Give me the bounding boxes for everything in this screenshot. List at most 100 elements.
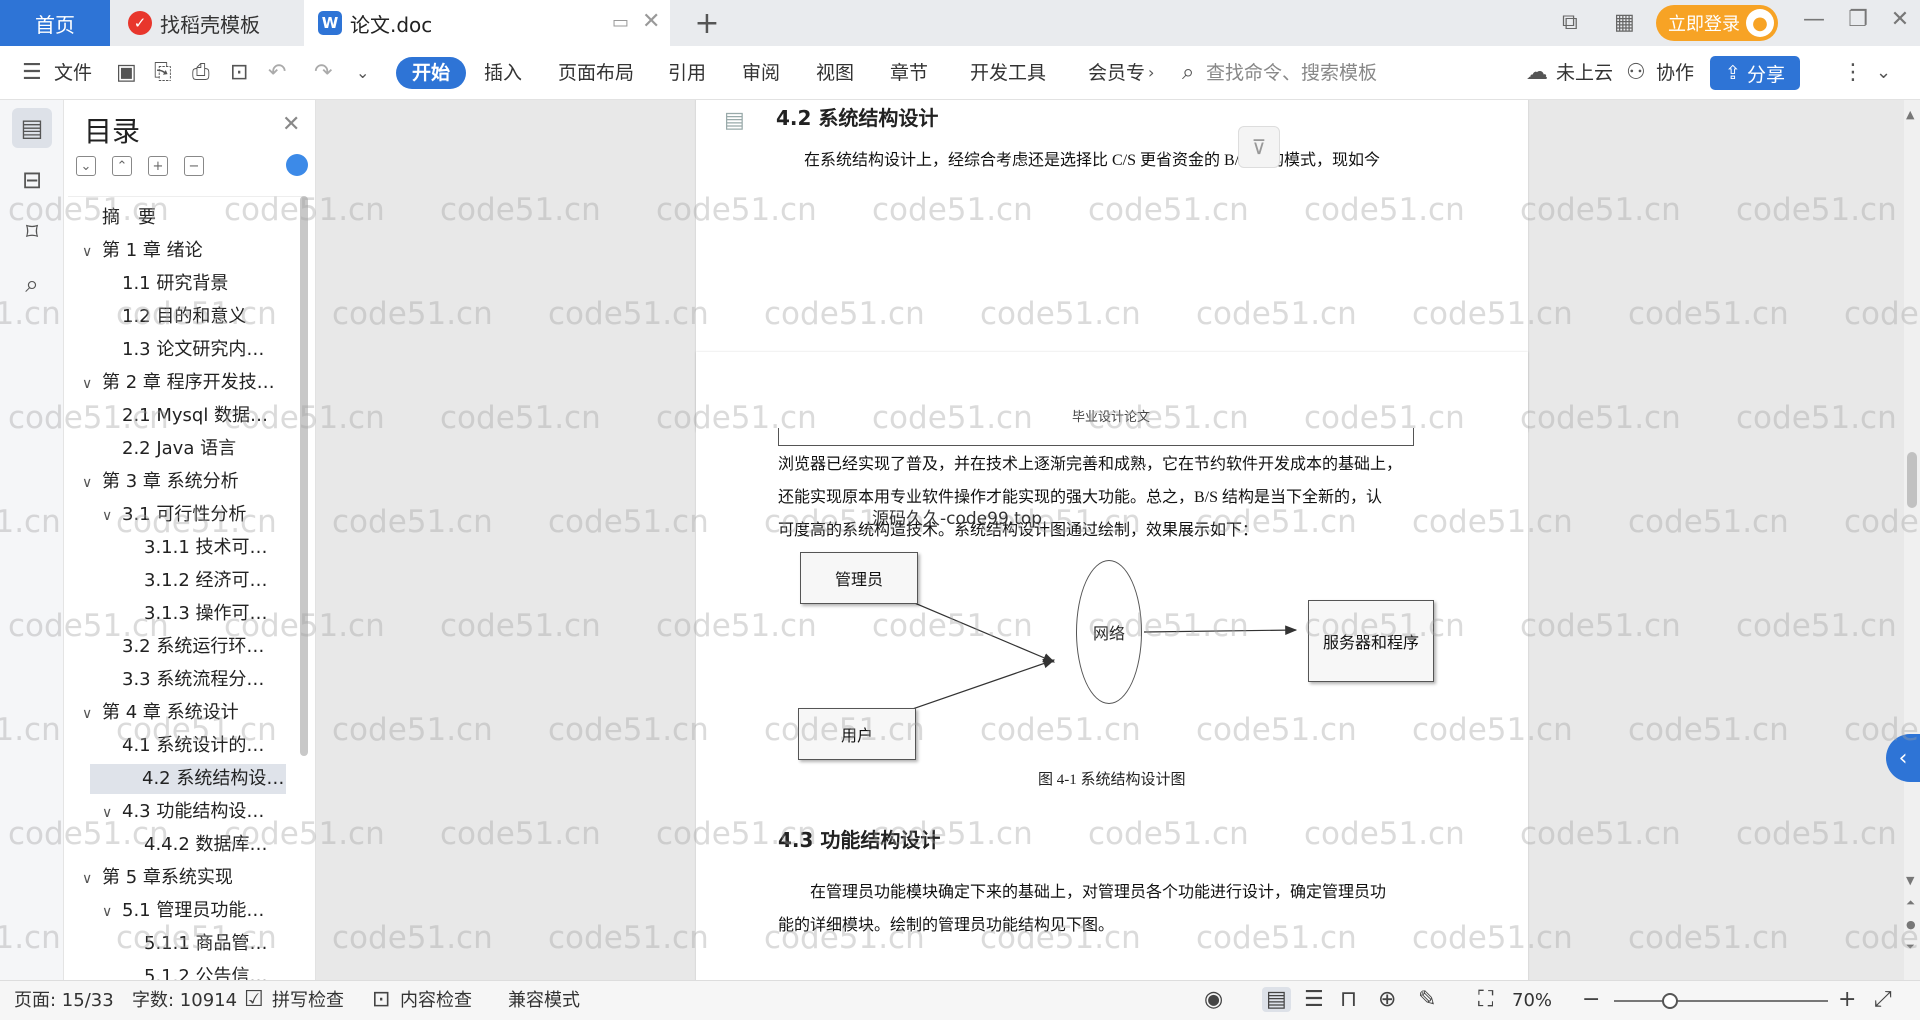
chevron-down-icon[interactable]: ∨ xyxy=(102,798,122,828)
close-icon[interactable]: ✕ xyxy=(282,112,300,137)
content-check-button[interactable]: 内容检查 xyxy=(400,989,472,1013)
ribbon-tab-start[interactable]: 开始 xyxy=(396,57,467,89)
expand-all-icon[interactable]: ⌃ xyxy=(112,156,132,176)
close-window-icon[interactable]: ✕ xyxy=(1880,7,1920,32)
minimize-icon[interactable]: — xyxy=(1794,7,1834,32)
bookmark-icon[interactable]: ⌑ xyxy=(12,212,52,252)
page-menu-icon[interactable]: ▤ xyxy=(724,108,745,133)
ribbon-tab-chapter[interactable]: 章节 xyxy=(890,58,928,88)
save-icon[interactable]: ▣ xyxy=(116,58,137,88)
remove-heading-icon[interactable]: − xyxy=(184,156,204,176)
new-tab-button[interactable]: + xyxy=(690,6,724,41)
chevron-down-icon[interactable]: ∨ xyxy=(82,864,102,894)
more-options-icon[interactable]: ⋮ xyxy=(1842,58,1864,88)
zoom-out-icon[interactable]: − xyxy=(1582,987,1600,1012)
menu-icon[interactable]: ☰ xyxy=(22,58,42,88)
print-preview-icon[interactable]: ⊡ xyxy=(230,58,248,88)
toc-item[interactable]: 3.1.3 操作可… xyxy=(124,599,268,629)
export-pdf-icon[interactable]: ⎘ xyxy=(154,58,172,88)
redo-icon[interactable]: ↷ xyxy=(314,58,332,88)
page-view-icon[interactable]: ▤ xyxy=(1262,987,1291,1012)
toc-item[interactable]: ∨ 第 4 章 系统设计 xyxy=(82,698,239,728)
ribbon-tab-insert[interactable]: 插入 xyxy=(484,58,522,88)
share-button[interactable]: ⇪ 分享 xyxy=(1710,56,1800,90)
find-icon[interactable]: ⌕ xyxy=(12,264,52,304)
reading-view-icon[interactable]: ⊓ xyxy=(1340,987,1357,1012)
toc-item[interactable]: ∨ 3.1 可行性分析 xyxy=(102,500,246,530)
page-indicator[interactable]: 页面: 15/33 xyxy=(14,989,114,1013)
select-browse-icon[interactable]: ● xyxy=(1906,918,1916,931)
file-menu[interactable]: 文件 xyxy=(54,58,92,88)
web-view-icon[interactable]: ⊕ xyxy=(1378,987,1396,1012)
word-count[interactable]: 字数: 10914 xyxy=(132,989,237,1013)
zoom-slider-handle[interactable] xyxy=(1661,993,1678,1009)
spell-check-button[interactable]: 拼写检查 xyxy=(272,989,344,1013)
toc-item[interactable]: ∨ 第 3 章 系统分析 xyxy=(82,467,239,497)
undo-icon[interactable]: ↶ xyxy=(268,58,286,88)
login-button[interactable]: 立即登录 ● xyxy=(1656,5,1778,41)
toc-item[interactable]: ∨ 第 5 章系统实现 xyxy=(82,863,233,893)
toc-item[interactable]: ∨ 第 2 章 程序开发技… xyxy=(82,368,275,398)
fullscreen-icon[interactable]: ⤢ xyxy=(1874,987,1892,1012)
restore-icon[interactable]: ❐ xyxy=(1838,7,1878,32)
tab-template[interactable]: ✓ 找稻壳模板 xyxy=(112,0,300,46)
toc-item[interactable]: 摘 要 xyxy=(82,203,156,233)
toc-item[interactable]: ∨ 5.1 管理员功能… xyxy=(102,896,264,926)
ribbon-tab-view[interactable]: 视图 xyxy=(816,58,854,88)
toc-scrollbar[interactable] xyxy=(300,196,308,756)
ribbon-tab-reference[interactable]: 引用 xyxy=(668,58,706,88)
ribbon-tab-member[interactable]: 会员专 xyxy=(1088,58,1145,88)
ribbon-tab-developer[interactable]: 开发工具 xyxy=(970,58,1046,88)
chevron-down-icon[interactable]: ∨ xyxy=(102,897,122,927)
zoom-in-icon[interactable]: + xyxy=(1838,987,1856,1012)
cloud-status[interactable]: 未上云 xyxy=(1556,58,1613,88)
next-page-icon[interactable]: ⏷ xyxy=(1906,940,1915,954)
write-mode-icon[interactable]: ✎ xyxy=(1418,987,1436,1012)
toc-item[interactable]: 3.2 系统运行环… xyxy=(102,632,264,662)
toc-item[interactable]: 1.1 研究背景 xyxy=(102,269,228,299)
apps-grid-icon[interactable]: ▦ xyxy=(1614,10,1635,35)
toc-item[interactable]: 2.2 Java 语言 xyxy=(102,434,236,464)
toc-item[interactable]: 4.2 系统结构设… xyxy=(90,764,286,794)
toc-item[interactable]: ∨ 4.3 功能结构设… xyxy=(102,797,264,827)
toc-item[interactable]: 5.1.2 公告信… xyxy=(124,962,268,980)
chevron-down-icon[interactable]: ∨ xyxy=(82,237,102,267)
tab-home[interactable]: 首页 xyxy=(0,0,110,46)
toc-item[interactable]: 1.2 目的和意义 xyxy=(102,302,246,332)
toc-item[interactable]: 3.1.2 经济可… xyxy=(124,566,268,596)
chevron-down-icon[interactable]: ∨ xyxy=(82,369,102,399)
scroll-up-icon[interactable]: ▲ xyxy=(1906,108,1914,121)
toc-item[interactable]: 1.3 论文研究内… xyxy=(102,335,264,365)
toc-item[interactable]: 2.1 Mysql 数据… xyxy=(102,401,268,431)
document-float-toolbar-icon[interactable]: ⊽ xyxy=(1238,126,1280,168)
print-icon[interactable]: ⎙ xyxy=(192,58,210,88)
ribbon-tab-layout[interactable]: 页面布局 xyxy=(558,58,634,88)
toc-item[interactable]: 3.1.1 技术可… xyxy=(124,533,268,563)
ribbon-more-icon[interactable]: › xyxy=(1148,58,1154,88)
scrollbar-thumb[interactable] xyxy=(1907,452,1917,508)
outline-view-icon[interactable]: ☰ xyxy=(1304,987,1324,1012)
toc-item[interactable]: 4.4.2 数据库… xyxy=(124,830,268,860)
toc-item[interactable]: ∨ 第 1 章 绪论 xyxy=(82,236,203,266)
document-workspace[interactable]: ▤ 4.2 系统结构设计 在系统结构设计上，经综合考虑还是选择比 C/S 更省资… xyxy=(316,100,1904,980)
chevron-down-icon[interactable]: ∨ xyxy=(82,699,102,729)
collab-button[interactable]: 协作 xyxy=(1656,58,1694,88)
zoom-level[interactable]: 70% xyxy=(1512,989,1552,1013)
scroll-down-icon[interactable]: ▼ xyxy=(1906,874,1914,887)
add-heading-icon[interactable]: + xyxy=(148,156,168,176)
close-tab-icon[interactable]: ✕ xyxy=(642,9,660,34)
command-search-input[interactable]: 查找命令、搜索模板 xyxy=(1206,58,1377,88)
chevron-down-icon[interactable]: ∨ xyxy=(102,501,122,531)
document-scrollbar[interactable]: ▲ ▼ ⏶ ● ⏷ xyxy=(1904,100,1920,980)
outline-icon[interactable]: ▤ xyxy=(12,108,52,148)
fit-page-icon[interactable]: ⛶ xyxy=(1478,987,1493,1012)
quick-access-dropdown-icon[interactable]: ⌄ xyxy=(356,58,369,88)
window-layout-icon[interactable]: ⧉ xyxy=(1562,10,1578,35)
collapse-all-icon[interactable]: ⌄ xyxy=(76,156,96,176)
eye-protection-icon[interactable]: ◉ xyxy=(1204,987,1223,1012)
toc-item[interactable]: 4.1 系统设计的… xyxy=(102,731,264,761)
toc-item[interactable]: 3.3 系统流程分… xyxy=(102,665,264,695)
zoom-slider[interactable] xyxy=(1614,1000,1828,1002)
chapter-nav-icon[interactable]: ⊟ xyxy=(12,160,52,200)
toc-item[interactable]: 5.1.1 商品管… xyxy=(124,929,268,959)
